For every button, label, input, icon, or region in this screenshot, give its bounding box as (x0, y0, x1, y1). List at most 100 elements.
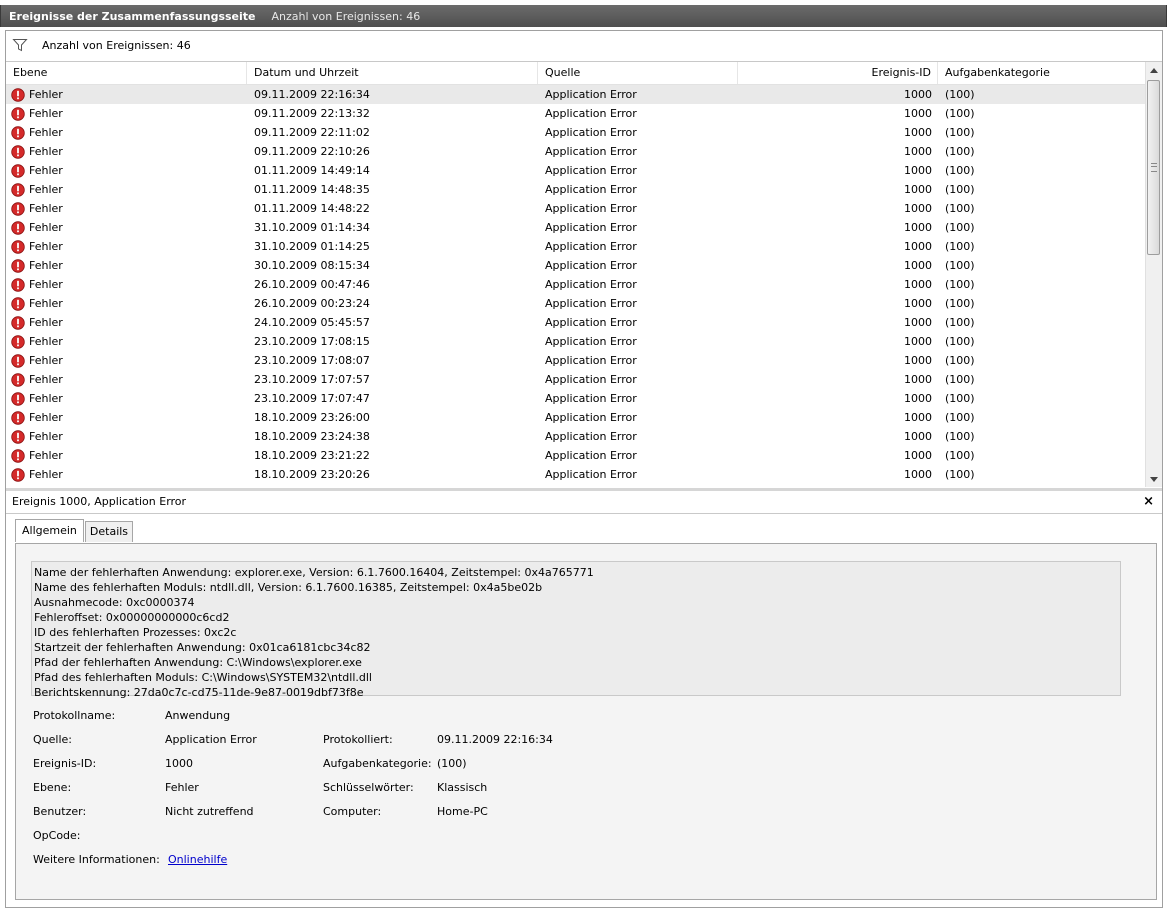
table-row[interactable]: Fehler 23.10.2009 17:08:15 Application Err… (6, 332, 1146, 351)
error-icon (11, 182, 25, 197)
description-line: Name der fehlerhaften Anwendung: explore… (34, 566, 594, 579)
cell-quelle: Application Error (545, 164, 637, 177)
tab-allgemein[interactable]: Allgemein (15, 519, 84, 542)
table-scrollbar[interactable] (1145, 62, 1162, 487)
level-text: Fehler (29, 392, 63, 405)
column-header-quelle[interactable]: Quelle (538, 62, 738, 84)
events-frame: Anzahl von Ereignissen: 46 Ebene Datum u… (5, 30, 1163, 908)
table-row[interactable]: Fehler 23.10.2009 17:07:47 Application Err… (6, 389, 1146, 408)
description-line: ID des fehlerhaften Prozesses: 0xc2c (34, 626, 237, 639)
table-row[interactable]: Fehler 31.10.2009 01:14:25 Application Err… (6, 237, 1146, 256)
table-row[interactable]: Fehler 24.10.2009 05:45:57 Application Err… (6, 313, 1146, 332)
table-row[interactable]: Fehler 30.10.2009 08:15:34 Application Err… (6, 256, 1146, 275)
detail-tabs: Allgemein Details (15, 519, 134, 543)
table-row[interactable]: Fehler 01.11.2009 14:48:22 Application Err… (6, 199, 1146, 218)
level-text: Fehler (29, 373, 63, 386)
online-help-link[interactable]: Onlinehilfe (168, 853, 227, 866)
table-header: Ebene Datum und Uhrzeit Quelle Ereignis-… (6, 62, 1146, 85)
error-icon (11, 467, 25, 482)
cell-datum: 31.10.2009 01:14:25 (254, 240, 370, 253)
cell-ebene: Fehler (6, 218, 247, 237)
cell-ebene: Fehler (6, 161, 247, 180)
level-text: Fehler (29, 297, 63, 310)
tab-details[interactable]: Details (84, 521, 134, 542)
label-weitere-informationen: Weitere Informationen: (33, 853, 160, 866)
level-text: Fehler (29, 449, 63, 462)
table-row[interactable]: Fehler 09.11.2009 22:11:02 Application Err… (6, 123, 1146, 142)
error-icon (11, 410, 25, 425)
cell-aufgabenkategorie: (100) (945, 221, 975, 234)
level-text: Fehler (29, 183, 63, 196)
table-row[interactable]: Fehler 09.11.2009 22:13:32 Application Err… (6, 104, 1146, 123)
cell-quelle: Application Error (545, 126, 637, 139)
table-row[interactable]: Fehler 09.11.2009 22:10:26 Application Err… (6, 142, 1146, 161)
cell-ebene: Fehler (6, 446, 247, 465)
table-row[interactable]: Fehler 18.10.2009 23:24:38 Application Err… (6, 427, 1146, 446)
level-text: Fehler (29, 411, 63, 424)
error-icon (11, 106, 25, 121)
table-row[interactable]: Fehler 18.10.2009 23:26:00 Application Err… (6, 408, 1146, 427)
cell-datum: 01.11.2009 14:48:35 (254, 183, 370, 196)
level-text: Fehler (29, 354, 63, 367)
description-line: Pfad der fehlerhaften Anwendung: C:\Wind… (34, 656, 362, 669)
level-text: Fehler (29, 240, 63, 253)
event-description[interactable]: Name der fehlerhaften Anwendung: explore… (31, 561, 1121, 699)
detail-title: Ereignis 1000, Application Error (12, 495, 187, 508)
value-schluesselwoerter: Klassisch (437, 781, 488, 794)
tab-panel-allgemein: Name der fehlerhaften Anwendung: explore… (15, 543, 1157, 900)
scrollbar-thumb[interactable] (1147, 80, 1160, 255)
column-header-ebene[interactable]: Ebene (6, 62, 247, 84)
cell-ebene: Fehler (6, 313, 247, 332)
cell-datum: 24.10.2009 05:45:57 (254, 316, 370, 329)
description-line: Pfad des fehlerhaften Moduls: C:\Windows… (34, 671, 372, 684)
table-body: Fehler 09.11.2009 22:16:34 Application Err… (6, 85, 1146, 484)
column-header-aufgabenkategorie[interactable]: Aufgabenkategorie (938, 62, 1146, 84)
table-row[interactable]: Fehler 09.11.2009 22:16:34 Application Err… (6, 85, 1146, 104)
cell-ereignis-id: 1000 (904, 202, 932, 215)
cell-datum: 18.10.2009 23:20:26 (254, 468, 370, 481)
cell-aufgabenkategorie: (100) (945, 411, 975, 424)
arrow-up-icon (1150, 67, 1158, 73)
table-row[interactable]: Fehler 01.11.2009 14:48:35 Application Err… (6, 180, 1146, 199)
value-benutzer: Nicht zutreffend (165, 805, 254, 818)
close-icon[interactable]: × (1143, 491, 1154, 513)
cell-ereignis-id: 1000 (904, 297, 932, 310)
cell-quelle: Application Error (545, 430, 637, 443)
cell-ebene: Fehler (6, 275, 247, 294)
cell-ereignis-id: 1000 (904, 183, 932, 196)
cell-aufgabenkategorie: (100) (945, 297, 975, 310)
cell-datum: 30.10.2009 08:15:34 (254, 259, 370, 272)
table-row[interactable]: Fehler 23.10.2009 17:07:57 Application Err… (6, 370, 1146, 389)
column-header-datum[interactable]: Datum und Uhrzeit (247, 62, 538, 84)
cell-quelle: Application Error (545, 335, 637, 348)
cell-ereignis-id: 1000 (904, 164, 932, 177)
cell-aufgabenkategorie: (100) (945, 164, 975, 177)
table-row[interactable]: Fehler 31.10.2009 01:14:34 Application Err… (6, 218, 1146, 237)
scroll-down-button[interactable] (1146, 471, 1162, 487)
table-row[interactable]: Fehler 18.10.2009 23:20:26 Application Err… (6, 465, 1146, 484)
table-row[interactable]: Fehler 18.10.2009 23:21:22 Application Err… (6, 446, 1146, 465)
column-header-ereignis-id[interactable]: Ereignis-ID (738, 62, 938, 84)
cell-ereignis-id: 1000 (904, 373, 932, 386)
level-text: Fehler (29, 430, 63, 443)
table-row[interactable]: Fehler 26.10.2009 00:47:46 Application Err… (6, 275, 1146, 294)
cell-ereignis-id: 1000 (904, 411, 932, 424)
cell-aufgabenkategorie: (100) (945, 202, 975, 215)
table-row[interactable]: Fehler 26.10.2009 00:23:24 Application Err… (6, 294, 1146, 313)
table-row[interactable]: Fehler 23.10.2009 17:08:07 Application Err… (6, 351, 1146, 370)
cell-ereignis-id: 1000 (904, 354, 932, 367)
error-icon (11, 220, 25, 235)
table-row[interactable]: Fehler 01.11.2009 14:49:14 Application Err… (6, 161, 1146, 180)
cell-datum: 23.10.2009 17:07:47 (254, 392, 370, 405)
cell-quelle: Application Error (545, 88, 637, 101)
level-text: Fehler (29, 278, 63, 291)
description-line: Ausnahmecode: 0xc0000374 (34, 596, 195, 609)
filter-icon[interactable] (12, 37, 28, 53)
cell-quelle: Application Error (545, 411, 637, 424)
cell-datum: 09.11.2009 22:11:02 (254, 126, 370, 139)
error-icon (11, 258, 25, 273)
cell-aufgabenkategorie: (100) (945, 240, 975, 253)
cell-aufgabenkategorie: (100) (945, 259, 975, 272)
error-icon (11, 125, 25, 140)
scroll-up-button[interactable] (1146, 62, 1162, 78)
